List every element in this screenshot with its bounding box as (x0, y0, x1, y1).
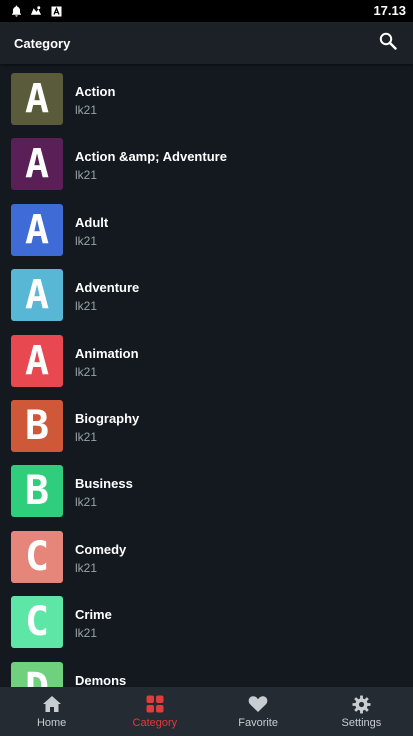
nav-favorite-label: Favorite (238, 717, 278, 729)
notification-a-icon (50, 5, 62, 17)
bottom-nav: Home Category Favorite Settings (0, 687, 413, 736)
category-source: lk21 (75, 364, 98, 379)
category-avatar: A (11, 138, 63, 191)
category-title: Action (75, 84, 116, 99)
category-avatar: A (11, 73, 63, 125)
category-avatar: B (11, 465, 63, 518)
category-list-item[interactable]: B Business lk21 (0, 456, 413, 521)
nav-settings[interactable]: Settings (310, 687, 413, 736)
category-title: Adult (75, 214, 109, 230)
page-title: Category (14, 36, 71, 51)
category-source: lk21 (75, 103, 98, 117)
category-list-item[interactable]: A Adventure lk21 (0, 260, 413, 325)
status-bar: 17.13 (0, 0, 413, 22)
category-list-item[interactable]: B Biography lk21 (0, 391, 413, 456)
category-list-item[interactable]: A Adult lk21 (0, 195, 413, 260)
category-title: Comedy (75, 541, 127, 557)
nav-favorite[interactable]: Favorite (207, 687, 310, 736)
category-grid-icon (145, 694, 165, 714)
category-list-item[interactable]: A Action lk21 (0, 64, 413, 129)
category-source: lk21 (75, 430, 98, 444)
status-icons (10, 5, 62, 17)
category-list-item[interactable]: DDemonslk21 (0, 653, 413, 687)
nav-category[interactable]: Category (103, 687, 206, 736)
search-icon (379, 32, 397, 55)
heart-icon (248, 694, 268, 714)
nav-home-label: Home (36, 717, 67, 729)
category-list-item[interactable]: C Crime lk21 (0, 587, 413, 652)
category-source: lk21 (75, 626, 98, 641)
category-list-item[interactable]: A Action &amp; Adventure lk21 (0, 129, 413, 194)
category-list[interactable]: A Action lk21 A Action &amp; Adventure lk21 A A… (0, 64, 413, 687)
category-avatar: A (11, 269, 63, 322)
category-source: lk21 (75, 495, 98, 510)
category-title: Biography (75, 411, 140, 426)
status-time: 17.13 (373, 3, 406, 18)
notification-bell-icon (10, 5, 22, 17)
category-source: lk21 (75, 560, 98, 575)
gear-icon (351, 694, 371, 714)
category-source: lk21 (75, 299, 98, 314)
category-title: Business (75, 476, 133, 492)
app-bar: Category (0, 22, 413, 64)
category-avatar: C (11, 596, 63, 649)
category-avatar: C (11, 530, 63, 583)
category-source: lk21 (75, 168, 98, 183)
home-icon (42, 694, 62, 714)
category-avatar: A (11, 334, 63, 387)
category-avatar: A (11, 203, 63, 256)
category-list-item[interactable]: C Comedy lk21 (0, 522, 413, 587)
nav-home[interactable]: Home (0, 687, 103, 736)
category-title: Animation (75, 345, 139, 361)
notification-app-icon (30, 5, 42, 17)
category-title: Demons (75, 672, 127, 687)
category-title: Adventure (75, 280, 140, 296)
category-source: lk21 (75, 233, 98, 248)
category-avatar: B (11, 400, 63, 452)
category-list-item[interactable]: A Animation lk21 (0, 326, 413, 391)
search-button[interactable] (377, 32, 399, 54)
nav-settings-label: Settings (341, 717, 382, 729)
category-avatar: D (11, 661, 63, 687)
category-title: Crime (75, 607, 112, 623)
category-title: Action &amp; Adventure (75, 149, 227, 165)
nav-category-label: Category (132, 717, 178, 729)
